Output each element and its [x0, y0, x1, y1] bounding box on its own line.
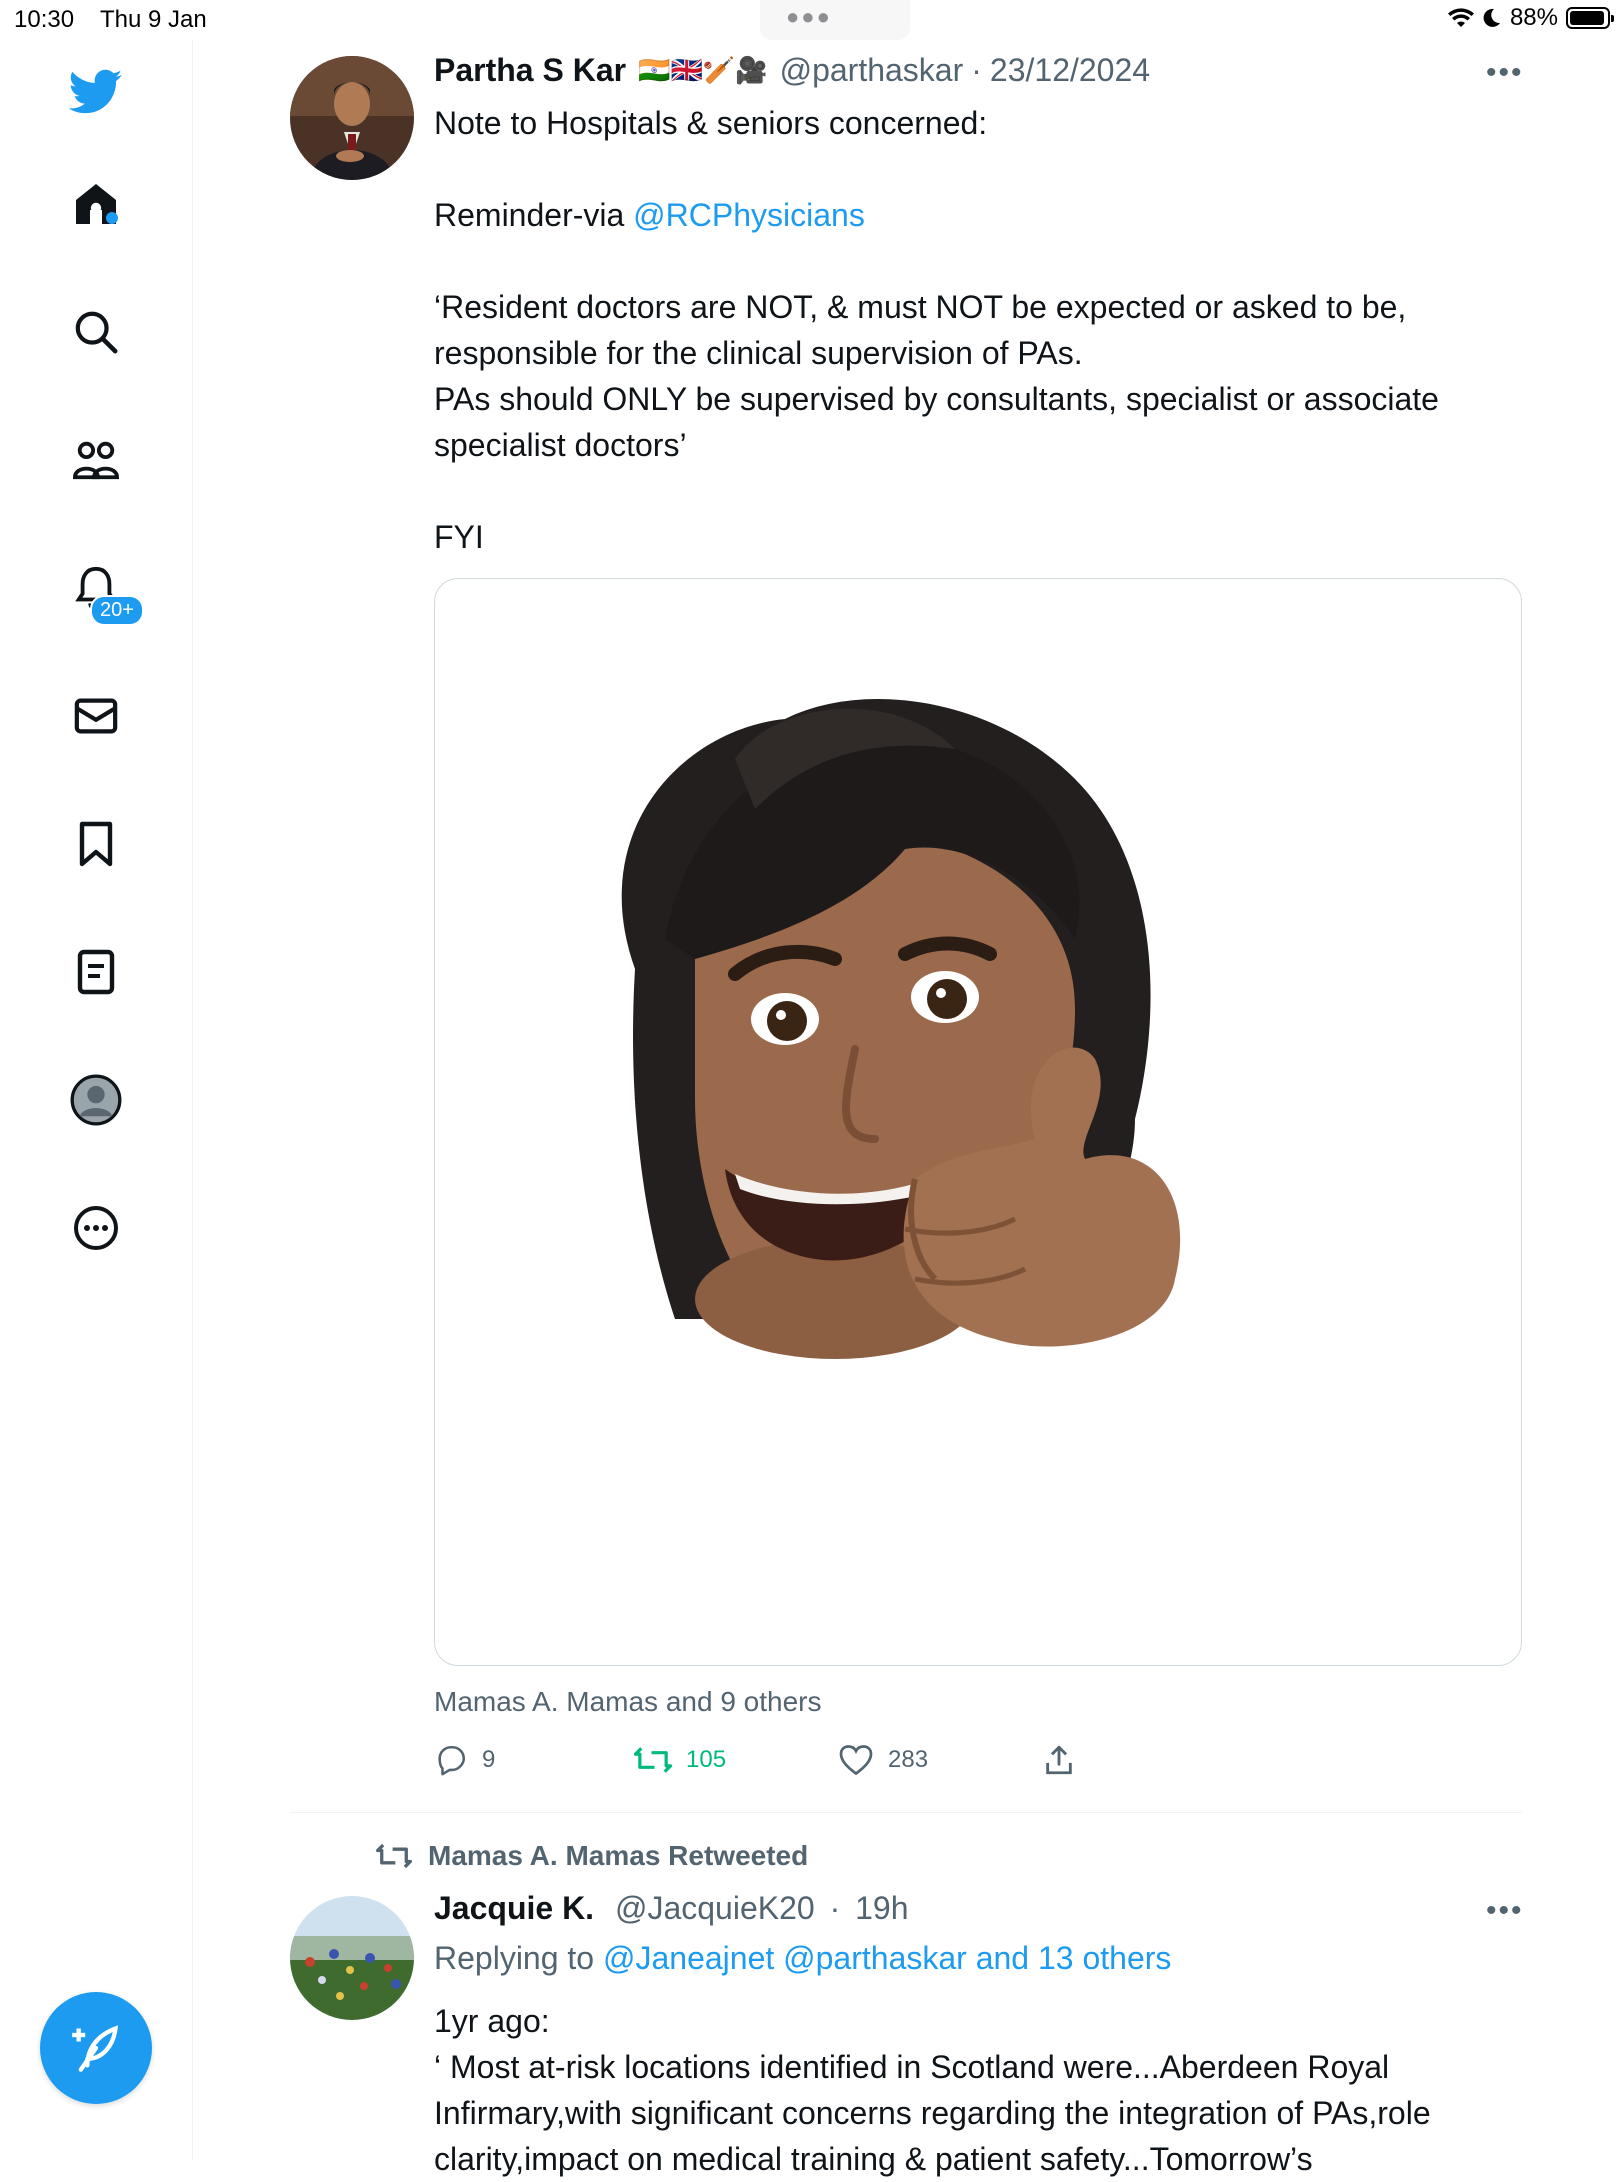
author-avatar-2[interactable]: [290, 1896, 414, 2020]
compose-tweet-button[interactable]: [40, 1992, 152, 2104]
tweet-text-paragraph-2: PAs should ONLY be supervised by consult…: [434, 381, 1439, 463]
sidebar: 20+: [0, 40, 193, 2160]
status-bar: 10:30 Thu 9 Jan ●●● 88%: [0, 0, 1620, 40]
tweet-text-fyi: FYI: [434, 519, 484, 555]
tweet-more-icon[interactable]: •••: [1486, 56, 1524, 90]
lists-icon: [77, 949, 115, 995]
nav-search[interactable]: [66, 302, 126, 362]
nav-bookmarks[interactable]: [66, 814, 126, 874]
author-name-2[interactable]: Jacquie K.: [434, 1890, 594, 1926]
reply-count: 9: [482, 1746, 496, 1773]
author-name-emojis: 🇮🇳🇬🇧🏏🎥: [638, 55, 768, 85]
like-button[interactable]: 283: [838, 1740, 928, 1780]
status-time: 10:30: [14, 6, 75, 33]
battery-icon: [1566, 7, 1614, 29]
home-unread-dot: [106, 212, 118, 224]
tweet2-text: 1yr ago: ‘ Most at-risk locations identi…: [434, 1998, 1524, 2182]
compose-feather-icon: [72, 2025, 119, 2072]
share-icon: [1046, 1745, 1072, 1775]
replying-targets[interactable]: @Janeajnet @parthaskar and 13 others: [603, 1940, 1171, 1976]
author-handle[interactable]: @parthaskar: [780, 52, 964, 89]
tweet-divider: [290, 1812, 1522, 1813]
author-handle-2[interactable]: @JacquieK20: [615, 1890, 815, 1926]
tweet2-text-line1: 1yr ago:: [434, 2003, 550, 2039]
tweet2-text-line2: ‘ Most at-risk locations identified in S…: [434, 2049, 1431, 2177]
like-count: 283: [888, 1746, 929, 1773]
nav-communities[interactable]: [66, 430, 126, 490]
tweet-actions: 9 105 283: [434, 1740, 1134, 1790]
retweeted-by-text: Mamas A. Mamas Retweeted: [428, 1840, 809, 1871]
tweet-date[interactable]: 23/12/2024: [990, 52, 1150, 89]
share-button[interactable]: [1042, 1740, 1076, 1780]
multitask-dots-icon[interactable]: ●●●: [786, 4, 832, 30]
author-name[interactable]: Partha S Kar: [434, 52, 626, 89]
replying-prefix: Replying to: [434, 1940, 603, 1976]
tweet-text-line: Note to Hospitals & seniors concerned:: [434, 105, 988, 141]
mention-link[interactable]: @RCPhysicians: [633, 197, 865, 233]
nav-more[interactable]: [66, 1198, 126, 1258]
profile-avatar-icon: [70, 1074, 122, 1126]
tweet-text: Note to Hospitals & seniors concerned: R…: [434, 100, 1524, 560]
tweet2-header: Jacquie K. @JacquieK20 · 19h: [434, 1890, 909, 1927]
twitter-logo-icon[interactable]: [66, 62, 126, 122]
reply-icon: [438, 1745, 466, 1776]
tweet-media-image[interactable]: [434, 578, 1522, 1666]
nav-profile[interactable]: [66, 1070, 126, 1130]
battery-percent: 88%: [1509, 4, 1558, 31]
replying-to: Replying to @Janeajnet @parthaskar and 1…: [434, 1940, 1171, 1977]
nav-messages[interactable]: [66, 686, 126, 746]
retweet-count: 105: [686, 1746, 727, 1773]
retweeted-by[interactable]: Mamas A. Mamas Retweeted: [376, 1840, 808, 1872]
notifications-badge: 20+: [90, 595, 144, 626]
bookmark-icon: [79, 821, 113, 867]
search-icon: [75, 311, 118, 354]
author-avatar[interactable]: [290, 56, 414, 180]
mail-icon: [74, 698, 118, 734]
tweet-reminder-line: Reminder-via @RCPhysicians: [434, 192, 1524, 238]
liked-by-text[interactable]: Mamas A. Mamas and 9 others: [434, 1686, 822, 1718]
retweet-button[interactable]: 105: [634, 1740, 726, 1780]
header-separator: ·: [971, 52, 982, 88]
heart-icon: [839, 1745, 873, 1776]
header-separator-2: ·: [829, 1890, 841, 1926]
retweet-small-icon: [376, 1843, 412, 1869]
multitask-pill: [760, 0, 910, 40]
wifi-icon: [1447, 8, 1474, 27]
status-indicators: 88%: [1447, 4, 1614, 32]
tweet-header: Partha S Kar 🇮🇳🇬🇧🏏🎥 @parthaskar · 23/12/…: [434, 52, 1150, 89]
tweet-time-2[interactable]: 19h: [855, 1890, 908, 1926]
more-circle-icon: [74, 1206, 118, 1250]
tweet2-more-icon[interactable]: •••: [1486, 1894, 1524, 1928]
communities-icon: [72, 441, 120, 480]
nav-lists[interactable]: [66, 942, 126, 1002]
moon-icon: [1483, 8, 1500, 27]
retweet-icon: [634, 1747, 672, 1773]
reminder-prefix: Reminder-via: [434, 197, 634, 233]
reply-button[interactable]: 9: [434, 1740, 495, 1780]
tweet-text-paragraph: ‘Resident doctors are NOT, & must NOT be…: [434, 289, 1407, 371]
status-date: Thu 9 Jan: [100, 6, 207, 33]
nav-home[interactable]: [66, 174, 126, 234]
